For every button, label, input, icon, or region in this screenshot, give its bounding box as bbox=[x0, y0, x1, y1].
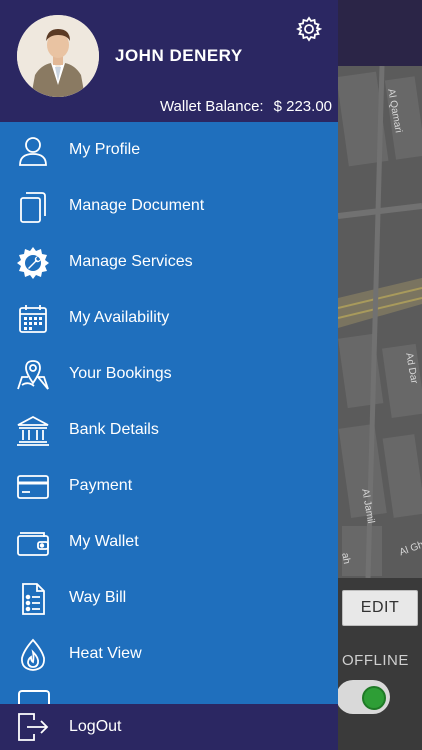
logout-icon bbox=[16, 710, 50, 744]
menu-item-way-bill[interactable]: Way Bill bbox=[0, 570, 338, 626]
gear-icon[interactable] bbox=[295, 16, 323, 42]
flame-icon bbox=[16, 638, 50, 672]
menu-item-label: My Wallet bbox=[69, 533, 139, 550]
menu-item-label: Your Bookings bbox=[69, 365, 172, 382]
menu-item-your-bookings[interactable]: Your Bookings bbox=[0, 346, 338, 402]
menu-item-label: Manage Services bbox=[69, 253, 193, 270]
menu-item-label: My Profile bbox=[69, 141, 141, 158]
credit-card-icon bbox=[16, 470, 50, 504]
wallet-balance-amount: $ 223.00 bbox=[273, 98, 332, 115]
logout-label: LogOut bbox=[69, 718, 122, 735]
calendar-icon bbox=[16, 302, 50, 336]
menu-item-label: Heat View bbox=[69, 645, 142, 662]
menu-item-my-availability[interactable]: My Availability bbox=[0, 290, 338, 346]
gear-wrench-icon bbox=[16, 246, 50, 280]
logout-button[interactable]: LogOut bbox=[0, 704, 338, 750]
menu-item-payment[interactable]: Payment bbox=[0, 458, 338, 514]
wallet-icon bbox=[16, 526, 50, 560]
wallet-balance-label: Wallet Balance: bbox=[159, 98, 264, 115]
wallet-balance: Wallet Balance: $ 223.00 bbox=[160, 98, 332, 115]
partial-menu-icon bbox=[18, 690, 50, 704]
status-label: OFFLINE bbox=[342, 652, 409, 669]
menu-item-manage-document[interactable]: Manage Document bbox=[0, 178, 338, 234]
edit-button[interactable]: EDIT bbox=[342, 590, 418, 626]
menu-item-label: Bank Details bbox=[69, 421, 159, 438]
menu-item-manage-services[interactable]: Manage Services bbox=[0, 234, 338, 290]
documents-icon bbox=[16, 190, 50, 224]
user-icon bbox=[16, 134, 50, 168]
map-top-bar bbox=[338, 0, 422, 66]
menu-item-label: Manage Document bbox=[69, 197, 205, 214]
toggle-knob[interactable] bbox=[362, 686, 386, 710]
bank-icon bbox=[16, 414, 50, 448]
street-label: ah bbox=[339, 552, 352, 565]
menu-item-my-wallet[interactable]: My Wallet bbox=[0, 514, 338, 570]
map-view[interactable]: Al Qamari Ad Dar Al Jamil Al Gh ah bbox=[338, 0, 422, 750]
menu-item-label: Way Bill bbox=[69, 589, 127, 606]
menu-item-my-profile[interactable]: My Profile bbox=[0, 122, 338, 178]
menu-item-label: Payment bbox=[69, 477, 133, 494]
user-name: JOHN DENERY bbox=[115, 46, 243, 65]
navigation-drawer: JOHN DENERY Wallet Balance: $ 223.00 My P… bbox=[0, 0, 338, 750]
map-streets bbox=[338, 66, 422, 578]
checklist-icon bbox=[16, 582, 50, 616]
avatar[interactable] bbox=[17, 15, 99, 97]
drawer-header: JOHN DENERY Wallet Balance: $ 223.00 bbox=[0, 0, 338, 122]
map-pin-icon bbox=[16, 358, 50, 392]
drawer-menu: My Profile Manage Document Manage Servic… bbox=[0, 122, 338, 682]
menu-item-heat-view[interactable]: Heat View bbox=[0, 626, 338, 682]
menu-item-bank-details[interactable]: Bank Details bbox=[0, 402, 338, 458]
menu-item-label: My Availability bbox=[69, 309, 170, 326]
